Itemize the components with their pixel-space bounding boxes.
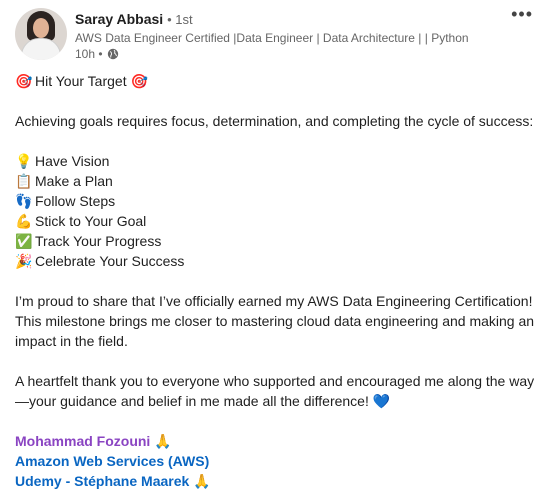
clipboard-icon: 📋 (15, 173, 33, 189)
party-popper-icon: 🎉 (15, 253, 33, 269)
step-label: Celebrate Your Success (35, 253, 185, 269)
post-time: 10h • (75, 47, 119, 61)
step-label: Have Vision (35, 153, 110, 169)
post-paragraph-2-text: A heartfelt thank you to everyone who su… (15, 373, 535, 409)
blue-heart-icon: 💙 (372, 393, 391, 409)
step-item: ✅ Track Your Progress (15, 231, 540, 251)
step-label: Track Your Progress (35, 233, 162, 249)
step-item: 💡 Have Vision (15, 151, 540, 171)
post-intro: Achieving goals requires focus, determin… (15, 113, 534, 129)
folded-hands-icon: 🙏 (193, 473, 211, 489)
avatar[interactable] (15, 8, 67, 60)
target-icon: 🎯 (130, 73, 148, 89)
folded-hands-icon: 🙏 (154, 433, 172, 449)
mention-link[interactable]: Udemy - Stéphane Maarek (15, 473, 189, 489)
more-options-icon[interactable]: ••• (511, 5, 533, 23)
author-line: Saray Abbasi • 1st (75, 11, 193, 27)
connection-degree: • 1st (167, 12, 193, 27)
post-header: Saray Abbasi • 1st AWS Data Engineer Cer… (15, 5, 537, 61)
globe-icon (107, 48, 118, 60)
post-title-text: Hit Your Target (35, 73, 127, 89)
post-paragraph-1: I’m proud to share that I’ve officially … (15, 293, 535, 349)
step-item: 💪 Stick to Your Goal (15, 211, 540, 231)
step-label: Make a Plan (35, 173, 113, 189)
lightbulb-icon: 💡 (15, 153, 33, 169)
post-title: 🎯 Hit Your Target 🎯 (15, 71, 540, 91)
post-timestamp: 10h • (75, 47, 103, 61)
target-icon: 🎯 (15, 73, 33, 89)
author-headline: AWS Data Engineer Certified |Data Engine… (75, 31, 469, 45)
step-label: Stick to Your Goal (35, 213, 147, 229)
post-paragraph-2: A heartfelt thank you to everyone who su… (15, 371, 540, 411)
flexed-bicep-icon: 💪 (15, 213, 33, 229)
step-item: 👣 Follow Steps (15, 191, 540, 211)
mention-link[interactable]: Mohammad Fozouni (15, 433, 150, 449)
mention-line: Udemy - Stéphane Maarek 🙏 (15, 471, 540, 491)
mention-line: Amazon Web Services (AWS) (15, 451, 540, 471)
step-label: Follow Steps (35, 193, 116, 209)
mention-line: Mohammad Fozouni 🙏 (15, 431, 540, 451)
author-name[interactable]: Saray Abbasi (75, 11, 163, 27)
check-mark-icon: ✅ (15, 233, 33, 249)
step-item: 🎉 Celebrate Your Success (15, 251, 540, 271)
step-item: 📋 Make a Plan (15, 171, 540, 191)
mention-link[interactable]: Amazon Web Services (AWS) (15, 453, 209, 469)
footprints-icon: 👣 (15, 193, 33, 209)
post-body: 🎯 Hit Your Target 🎯 Achieving goals requi… (15, 71, 540, 491)
